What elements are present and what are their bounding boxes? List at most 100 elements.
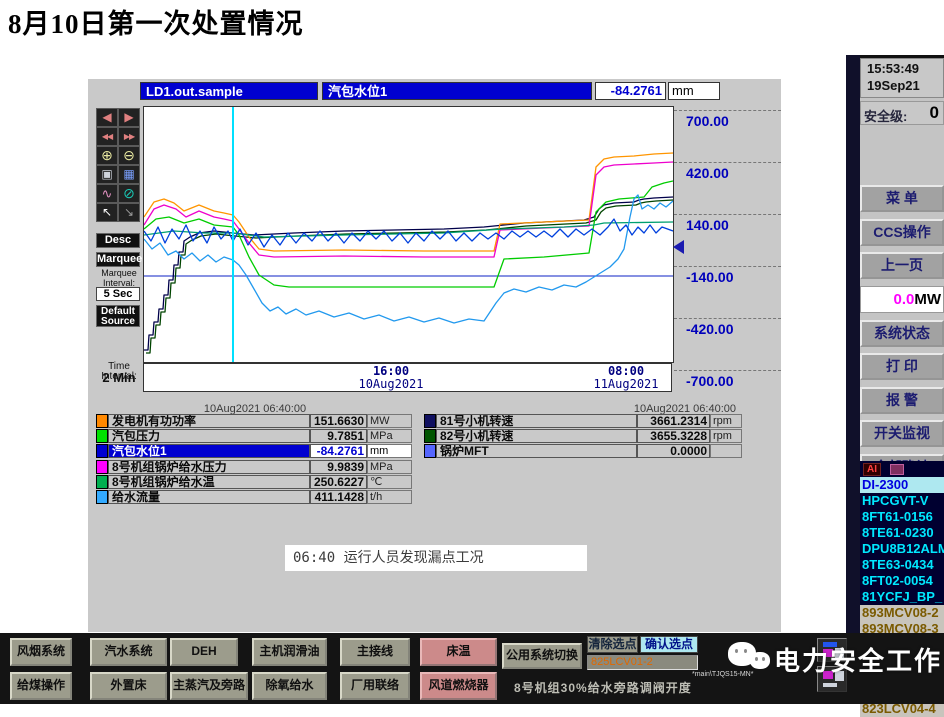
trend-tag-desc-field[interactable]: 汽包水位1 (322, 82, 592, 100)
marquee-interval-field[interactable]: 5 Sec (96, 287, 140, 301)
cursor-icon[interactable]: ↖ (96, 203, 118, 222)
x-tick-date: 11Aug2021 (593, 377, 659, 391)
table-row[interactable]: 82号小机转速 3655.3228 rpm (424, 429, 742, 444)
x-tick-date: 10Aug2021 (358, 377, 424, 391)
point-tag-field[interactable]: 825LCV01-2 (587, 655, 698, 670)
table-row[interactable]: 汽包压力 9.7851 MPa (96, 429, 412, 444)
clock-date: 19Sep21 (867, 78, 920, 93)
series-label: 8号机组锅炉给水温 (108, 474, 310, 489)
series-给水流量 (143, 194, 674, 324)
taskbar-button-除氧给水[interactable]: 除氧给水 (252, 672, 327, 700)
sidebar-button-系统状态[interactable]: 系统状态 (860, 320, 944, 347)
taskbar-button-汽水系统[interactable]: 汽水系统 (90, 638, 167, 666)
x-axis: 16:00 10Aug2021 08:00 11Aug2021 (143, 363, 672, 392)
alarm-item[interactable]: 8TE63-0434 (860, 557, 944, 573)
disable-icon[interactable]: ⊘ (118, 184, 140, 203)
table-row[interactable]: 给水流量 411.1428 t/h (96, 490, 412, 504)
series-unit: rpm (710, 414, 742, 428)
y-tick-label: -420.00 (686, 321, 734, 337)
common-system-switch-button[interactable]: 公用系统切换 (502, 643, 582, 669)
alarm-item[interactable]: HPCGVT-V (860, 493, 944, 509)
sidebar-button-打 印[interactable]: 打 印 (860, 353, 944, 380)
sidebar-button-菜 单[interactable]: 菜 单 (860, 185, 944, 212)
monitor-icon[interactable]: ▣ (96, 165, 118, 184)
marquee-button[interactable]: Marquee (96, 252, 142, 267)
pen-trend-icon[interactable]: ∿ (96, 184, 118, 203)
left-table-timestamp: 10Aug2021 06:40:00 (203, 403, 307, 415)
default-source-button[interactable]: Default Source (96, 305, 140, 327)
taskbar-button-厂用联络[interactable]: 厂用联络 (340, 672, 410, 700)
sidebar-button-上一页[interactable]: 上一页 (860, 252, 944, 279)
series-value: -84.2761 (310, 444, 367, 459)
table-row[interactable]: 8号机组锅炉给水温 250.6227 ℃ (96, 474, 412, 489)
series-color-swatch (96, 414, 108, 428)
y-tick: -700.00 (674, 370, 781, 389)
sidebar-button-开关监视[interactable]: 开关监视 (860, 420, 944, 447)
series-unit (710, 444, 742, 459)
taskbar-button-主蒸汽及旁路[interactable]: 主蒸汽及旁路 (170, 672, 248, 700)
sidebar-button-CCS操作[interactable]: CCS操作 (860, 219, 944, 246)
power-value: 0.0 (893, 291, 915, 308)
table-row[interactable]: 汽包水位1 -84.2761 mm (96, 444, 412, 459)
taskbar-button-床温[interactable]: 床温 (420, 638, 497, 666)
fast-right-icon[interactable]: ▶▶ (118, 127, 140, 146)
y-tick: 140.00 (674, 214, 781, 233)
alarm-list-header: AI (860, 461, 944, 477)
y-tick: 420.00 (674, 162, 781, 181)
grid-icon[interactable]: ▦ (118, 165, 140, 184)
confirm-point-button[interactable]: 确认选点 (640, 636, 698, 653)
ai-badge: AI (863, 463, 881, 476)
taskbar-button-给煤操作[interactable]: 给煤操作 (10, 672, 72, 700)
series-label: 给水流量 (108, 490, 310, 504)
y-tick: -140.00 (674, 266, 781, 285)
taskbar-button-DEH[interactable]: DEH (170, 638, 238, 666)
step-right-icon[interactable]: ▶ (118, 108, 140, 127)
series-unit: MPa (367, 429, 412, 444)
alarm-item[interactable]: DPU8B12ALM (860, 541, 944, 557)
fast-left-icon[interactable]: ◀◀ (96, 127, 118, 146)
power-readout[interactable]: 0.0MW (860, 286, 944, 313)
taskbar-button-风道燃烧器[interactable]: 风道燃烧器 (420, 672, 497, 700)
alarm-item[interactable]: 8TE61-0230 (860, 525, 944, 541)
value-marker-icon[interactable] (673, 240, 684, 254)
taskbar-button-风烟系统[interactable]: 风烟系统 (10, 638, 72, 666)
series-value: 9.7851 (310, 429, 367, 444)
taskbar-button-外置床[interactable]: 外置床 (90, 672, 167, 700)
series-unit: t/h (367, 490, 412, 504)
series-value: 3661.2314 (637, 414, 710, 428)
alarm-item[interactable]: 8FT61-0156 (860, 509, 944, 525)
alarm-item[interactable]: 8FT02-0054 (860, 573, 944, 589)
alarm-item[interactable]: 893MCV08-2 (860, 605, 944, 621)
table-row[interactable]: 8号机组锅炉给水压力 9.9839 MPa (96, 459, 412, 474)
table-row[interactable]: 发电机有功功率 151.6630 MW (96, 414, 412, 428)
trend-plot[interactable] (143, 106, 674, 363)
cursor-alt-icon[interactable]: ↘ (118, 203, 140, 222)
trend-source-field[interactable]: LD1.out.sample (140, 82, 318, 100)
trend-window: LD1.out.sample 汽包水位1 -84.2761 mm ◀ ▶ ◀◀ ▶▶ ⊕… (88, 79, 781, 632)
clear-point-button[interactable]: 清除选点 (587, 636, 638, 653)
series-unit: ℃ (367, 474, 412, 489)
series-value: 250.6227 (310, 474, 367, 489)
y-tick-label: 420.00 (686, 165, 729, 181)
trend-unit-readout: mm (668, 82, 720, 100)
series-value: 3655.3228 (637, 429, 710, 444)
series-label: 发电机有功功率 (108, 414, 310, 428)
desc-button[interactable]: Desc (96, 233, 140, 248)
series-color-swatch (96, 429, 108, 444)
zoom-in-icon[interactable]: ⊕ (96, 146, 118, 165)
taskbar-button-主接线[interactable]: 主接线 (340, 638, 410, 666)
zoom-out-icon[interactable]: ⊖ (118, 146, 140, 165)
alarm-item[interactable]: 81YCFJ_BP_ (860, 589, 944, 605)
series-value: 411.1428 (310, 490, 367, 504)
taskbar-button-主机润滑油[interactable]: 主机润滑油 (252, 638, 327, 666)
series-color-swatch (424, 429, 436, 444)
sidebar-divider (846, 55, 860, 704)
table-row[interactable]: 81号小机转速 3661.2314 rpm (424, 414, 742, 428)
sidebar-button-报 警[interactable]: 报 警 (860, 387, 944, 414)
series-value: 9.9839 (310, 459, 367, 474)
alarm-item[interactable]: DI-2300 (860, 477, 944, 493)
step-left-icon[interactable]: ◀ (96, 108, 118, 127)
alarm-filter-icon[interactable] (890, 464, 904, 475)
table-row[interactable]: 锅炉MFT 0.0000 (424, 444, 742, 459)
security-level-value: 0 (929, 103, 939, 122)
